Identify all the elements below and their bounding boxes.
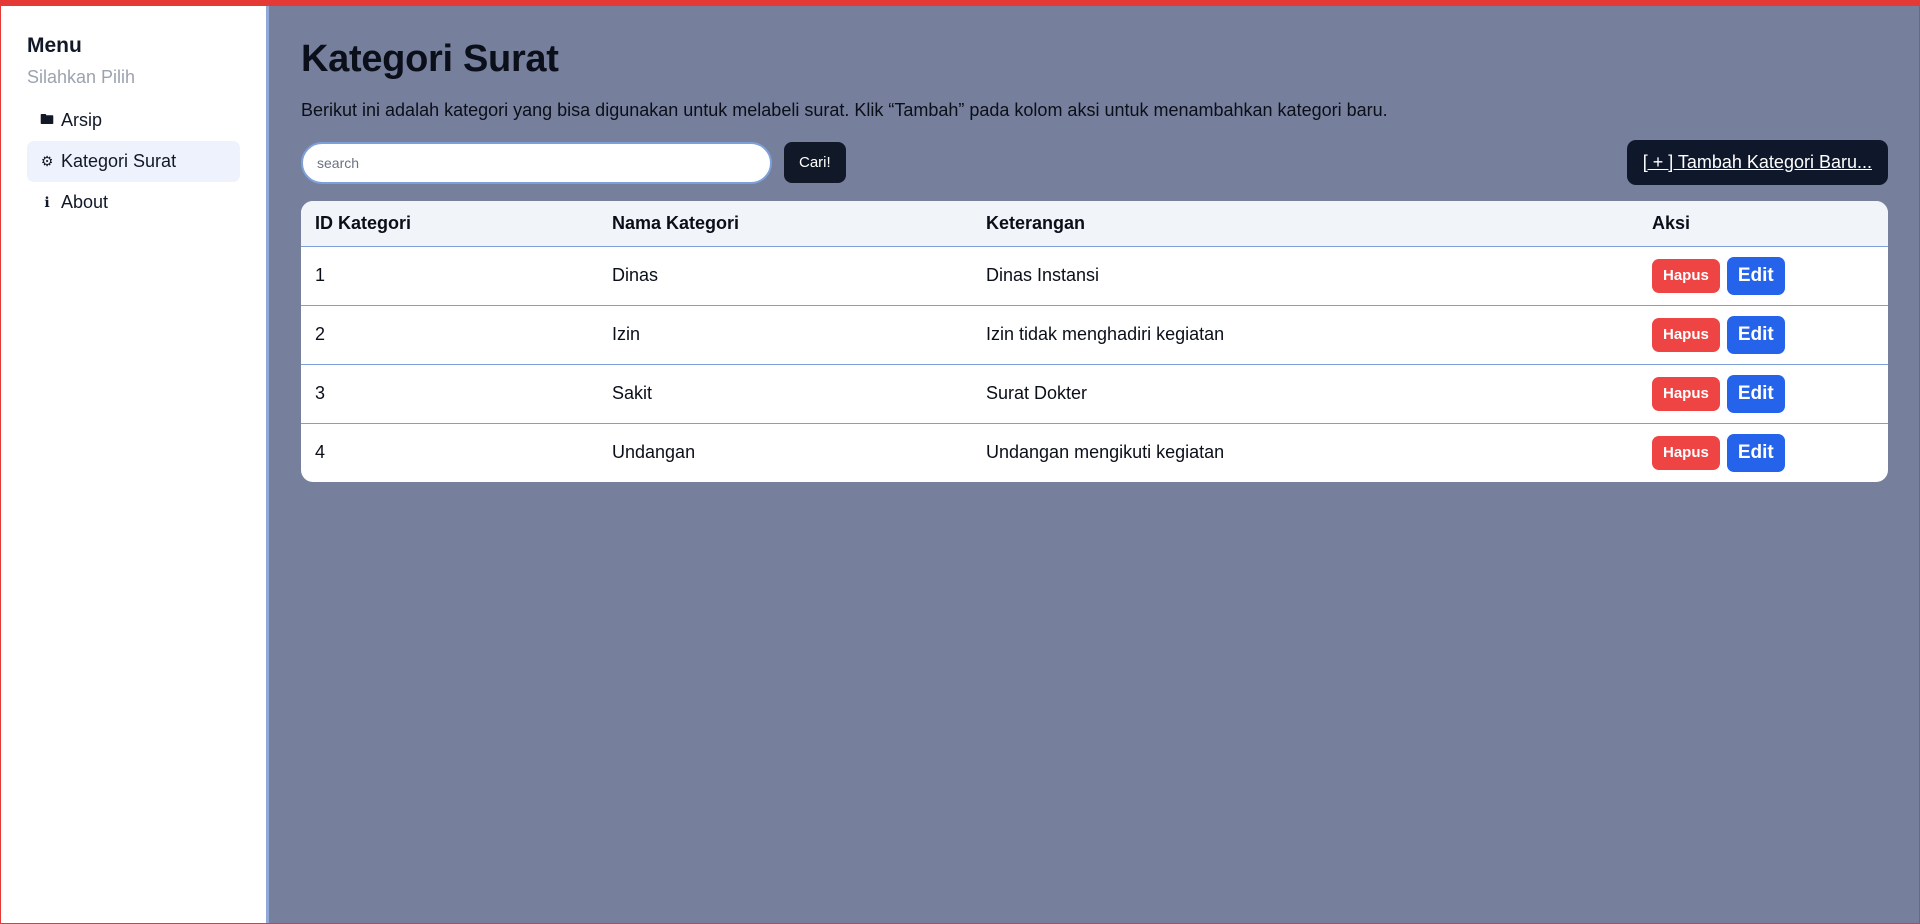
cell-nama: Sakit bbox=[612, 383, 653, 403]
hapus-button[interactable]: Hapus bbox=[1652, 435, 1720, 470]
add-category-button[interactable]: [ + ] Tambah Kategori Baru... bbox=[1626, 140, 1888, 185]
edit-button[interactable]: Edit bbox=[1726, 374, 1785, 413]
sidebar-item-about[interactable]: ℹ About bbox=[27, 182, 240, 223]
sidebar-title: Menu bbox=[27, 34, 82, 57]
header-nama-kategori: Nama Kategori bbox=[612, 212, 740, 233]
edit-button[interactable]: Edit bbox=[1726, 256, 1785, 295]
cell-id: 3 bbox=[315, 383, 326, 403]
cell-nama: Undangan bbox=[612, 442, 696, 463]
hapus-button[interactable]: Hapus bbox=[1652, 258, 1720, 293]
cell-keterangan: Undangan mengikuti kegiatan bbox=[986, 442, 1225, 463]
cell-aksi: Hapus Edit bbox=[1638, 364, 1888, 423]
cell-aksi: Hapus Edit bbox=[1638, 246, 1888, 305]
folder-icon: 🖿 bbox=[40, 110, 54, 127]
main-content: Kategori Surat Berikut ini adalah katego… bbox=[269, 6, 1919, 923]
edit-button[interactable]: Edit bbox=[1726, 315, 1785, 354]
info-icon: ℹ bbox=[44, 194, 50, 210]
edit-button[interactable]: Edit bbox=[1726, 433, 1785, 472]
cell-keterangan: Surat Dokter bbox=[986, 383, 1088, 403]
hapus-button[interactable]: Hapus bbox=[1652, 376, 1720, 411]
sidebar-item-kategori-surat[interactable]: ⚙ Kategori Surat bbox=[27, 141, 240, 182]
search-input[interactable] bbox=[301, 141, 772, 184]
sidebar-item-arsip[interactable]: 🖿 Arsip bbox=[27, 100, 240, 141]
sidebar-item-label: Arsip bbox=[61, 110, 103, 130]
table-row: 3 Sakit Surat Dokter Hapus Edit bbox=[301, 364, 1888, 423]
cell-keterangan: Izin tidak menghadiri kegiatan bbox=[986, 324, 1225, 344]
sidebar-item-label: Kategori Surat bbox=[61, 151, 177, 171]
header-id-kategori: ID Kategori bbox=[315, 212, 412, 233]
cell-nama: Dinas bbox=[612, 265, 659, 285]
cell-aksi: Hapus Edit bbox=[1638, 423, 1888, 482]
category-table-card: ID Kategori Nama Kategori Keterangan Aks… bbox=[301, 201, 1888, 482]
header-keterangan: Keterangan bbox=[986, 212, 1086, 233]
sidebar-subtitle: Silahkan Pilih bbox=[27, 67, 136, 87]
page-title: Kategori Surat bbox=[301, 38, 559, 80]
table-header-row: ID Kategori Nama Kategori Keterangan Aks… bbox=[301, 201, 1888, 246]
cell-id: 1 bbox=[315, 265, 326, 285]
table-row: 4 Undangan Undangan mengikuti kegiatan H… bbox=[301, 423, 1888, 482]
cell-id: 2 bbox=[315, 324, 326, 344]
cell-nama: Izin bbox=[612, 324, 641, 344]
search-button[interactable]: Cari! bbox=[784, 142, 846, 183]
toolbar: Cari! [ + ] Tambah Kategori Baru... bbox=[301, 140, 1888, 185]
header-aksi: Aksi bbox=[1652, 212, 1691, 233]
app-frame: Menu Silahkan Pilih 🖿 Arsip ⚙ Kategori S… bbox=[0, 0, 1920, 924]
hapus-button[interactable]: Hapus bbox=[1652, 317, 1720, 352]
table-row: 2 Izin Izin tidak menghadiri kegiatan Ha… bbox=[301, 305, 1888, 364]
cell-id: 4 bbox=[315, 442, 326, 463]
category-table: ID Kategori Nama Kategori Keterangan Aks… bbox=[301, 201, 1888, 482]
cell-aksi: Hapus Edit bbox=[1638, 305, 1888, 364]
sidebar-item-label: About bbox=[61, 192, 109, 212]
table-row: 1 Dinas Dinas Instansi Hapus Edit bbox=[301, 246, 1888, 305]
sidebar: Menu Silahkan Pilih 🖿 Arsip ⚙ Kategori S… bbox=[1, 6, 269, 923]
cell-keterangan: Dinas Instansi bbox=[986, 265, 1100, 285]
gear-icon: ⚙ bbox=[40, 153, 54, 169]
page-description: Berikut ini adalah kategori yang bisa di… bbox=[301, 100, 1388, 120]
